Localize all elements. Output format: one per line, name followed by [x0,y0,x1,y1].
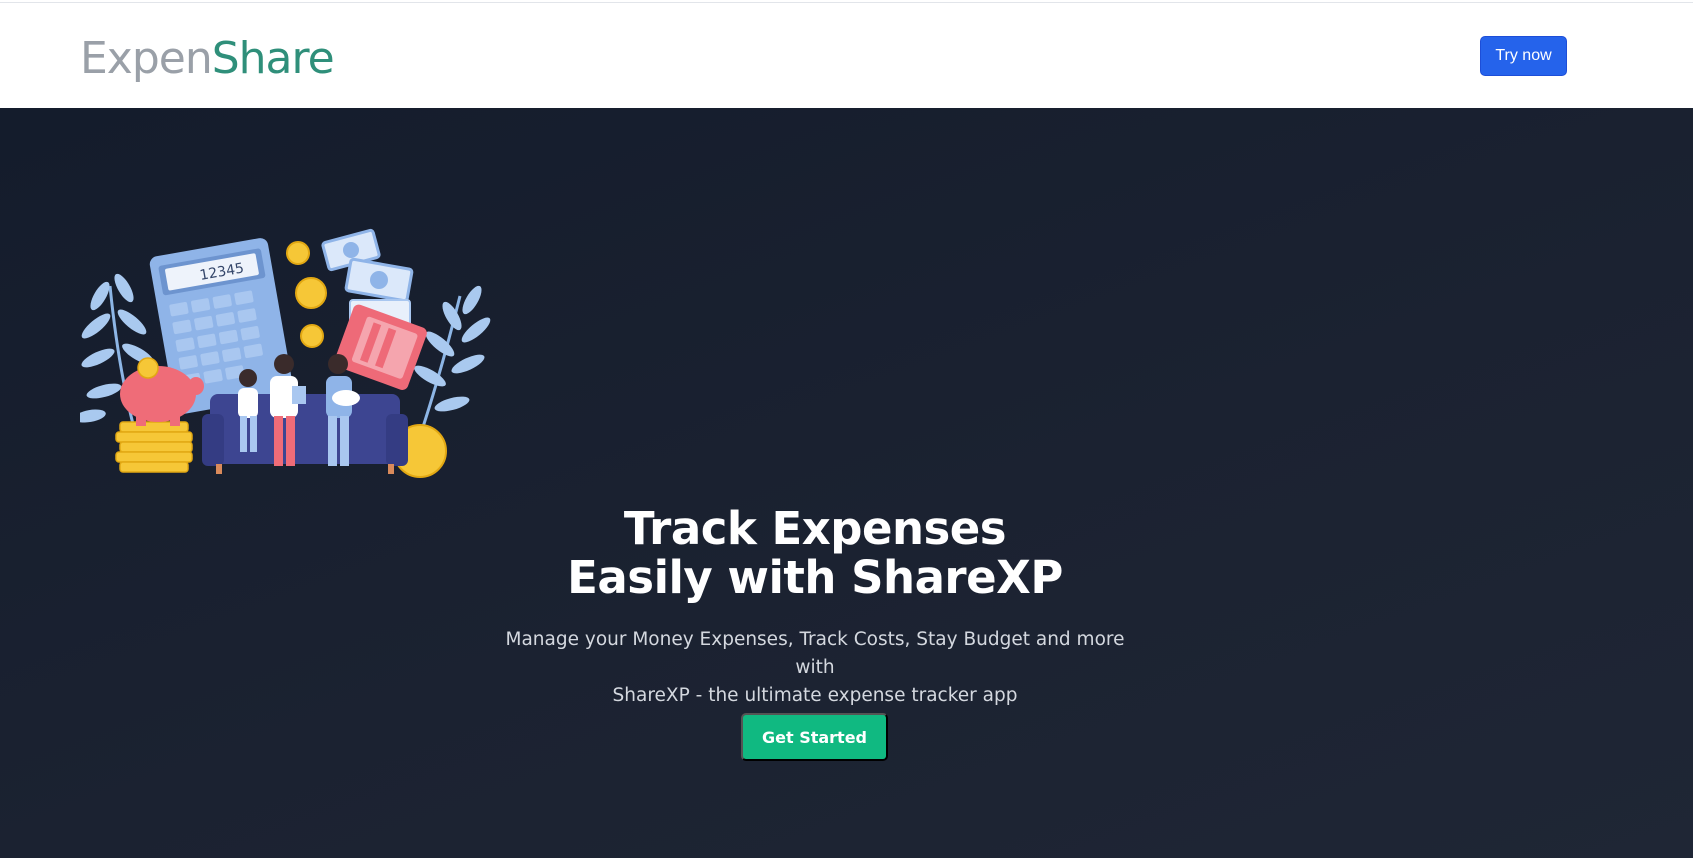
site-header: ExpenShare Try now [0,3,1693,108]
hero-title: Track Expenses Easily with ShareXP [0,504,1630,602]
sofa-icon [202,394,408,474]
hero-section: 12345 Track Expenses Easily with ShareXP… [0,108,1693,858]
logo-text-ex: Ex [80,33,133,84]
coin-stack-icon [115,421,193,473]
logo-text-pen: pen [131,33,213,84]
logo-text-share: Share [211,33,335,84]
get-started-button[interactable]: Get Started [741,713,888,761]
finance-family-illustration: 12345 [80,228,491,478]
hero-subtitle-line2: ShareXP - the ultimate expense tracker a… [612,685,1018,706]
hero-title-line1: Track Expenses [623,502,1007,555]
right-plant-icon [414,285,491,437]
hero-title-line2: Easily with ShareXP [567,551,1063,604]
hero-subtitle-line1: Manage your Money Expenses, Track Costs,… [505,629,1125,678]
brand-logo[interactable]: ExpenShare [80,33,335,85]
hero-subtitle: Manage your Money Expenses, Track Costs,… [490,626,1140,710]
try-now-button[interactable]: Try now [1480,36,1567,76]
